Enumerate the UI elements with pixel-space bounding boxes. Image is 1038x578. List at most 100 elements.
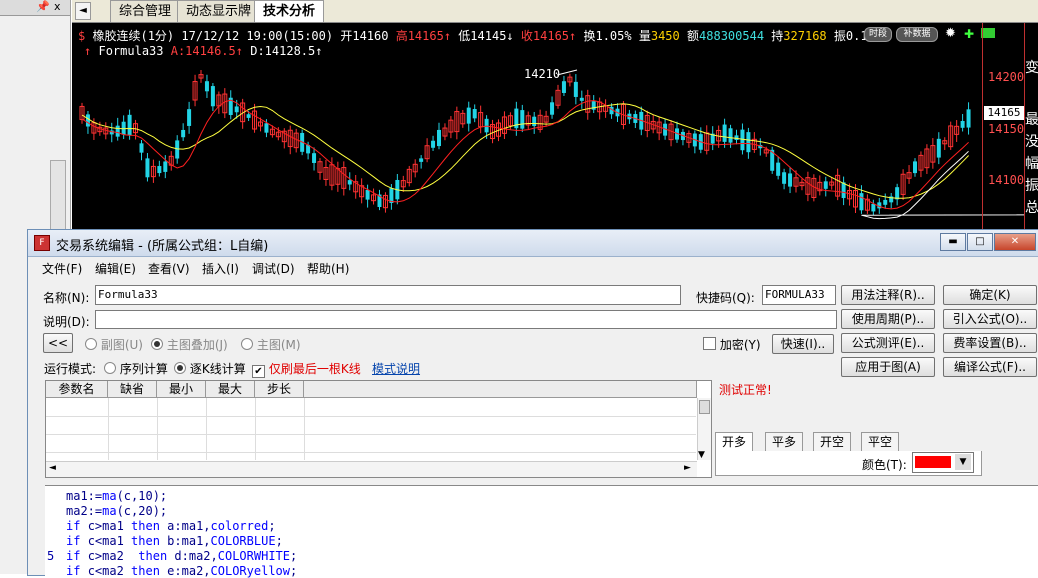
candle-body xyxy=(246,114,251,118)
apply-to-chart-button[interactable]: 应用于图(A) xyxy=(841,357,935,377)
table-horizontal-scrollbar[interactable]: ◄ ► xyxy=(46,461,697,477)
name-label: 名称(N): xyxy=(43,291,90,305)
quick-button[interactable]: 快速(I).. xyxy=(772,334,834,354)
app-icon: F xyxy=(34,235,50,251)
tab-technical-analysis[interactable]: 技术分析 xyxy=(254,0,325,22)
sequence-calc-radio[interactable]: 序列计算 xyxy=(104,360,168,377)
mode-help-link[interactable]: 模式说明 xyxy=(372,360,420,377)
table-row-divider xyxy=(46,434,696,435)
color-label: 颜色(T): xyxy=(862,458,907,472)
timeframe-button[interactable]: 时段 xyxy=(864,27,892,42)
pin-icon[interactable]: 📌 xyxy=(36,0,50,13)
confirm-button[interactable]: 确定(K) xyxy=(943,285,1037,305)
menu-view[interactable]: 查看(V) xyxy=(148,260,190,277)
candle-body xyxy=(734,135,739,141)
candle-body xyxy=(936,138,941,158)
code-line[interactable]: ma2:=ma(c,20); xyxy=(66,504,167,518)
trading-system-editor-dialog: F 交易系统编辑 - (所属公式组：L自编) ▬ □ ✕ 文件(F) 编辑(E)… xyxy=(27,229,1038,578)
menu-insert[interactable]: 插入(I) xyxy=(202,260,239,277)
param-header-name[interactable]: 参数名 xyxy=(46,381,108,398)
encrypt-checkbox[interactable]: 加密(Y) xyxy=(703,336,761,353)
tab-open-long[interactable]: 开多 xyxy=(715,432,754,451)
shortcut-field[interactable]: FORMULA33 xyxy=(762,285,836,305)
param-header-max[interactable]: 最大 xyxy=(206,381,255,398)
candle-body xyxy=(365,189,370,200)
refresh-last-bar-checkbox[interactable]: ✔ 仅刷最后一根K线 xyxy=(252,360,361,378)
scroll-right-icon[interactable]: ► xyxy=(684,463,691,473)
candle-body xyxy=(187,109,192,126)
candle-body xyxy=(913,161,917,174)
menu-file[interactable]: 文件(F) xyxy=(42,260,82,277)
per-bar-calc-radio[interactable]: 逐K线计算 xyxy=(174,360,246,377)
formula-a-value: A:14146.5 xyxy=(170,44,236,58)
parameter-table[interactable]: 参数名 缺省 最小 最大 步长 ◄ ► xyxy=(45,380,712,478)
left-panel-header: 📌 x xyxy=(0,0,70,16)
amount-value: 488300544 xyxy=(699,29,765,43)
menu-help[interactable]: 帮助(H) xyxy=(307,260,349,277)
tab-close-long[interactable]: 平多 xyxy=(765,432,804,451)
formula-info-line: ↑ Formula33 A:14146.5↑ D:14128.5↑ xyxy=(84,44,323,58)
tab-dynamic-board[interactable]: 动态显示牌 xyxy=(177,0,261,22)
param-header-min[interactable]: 最小 xyxy=(157,381,206,398)
use-period-button[interactable]: 使用周期(P).. xyxy=(841,309,935,329)
close-icon[interactable]: x xyxy=(54,0,61,13)
code-line[interactable]: if c<ma2 then e:ma2,COLORyellow; xyxy=(66,564,297,578)
candle-body xyxy=(145,158,150,178)
code-line[interactable]: ma1:=ma(c,10); xyxy=(66,489,167,503)
formula-test-button[interactable]: 公式测评(E).. xyxy=(841,333,935,353)
dialog-title-bar: F 交易系统编辑 - (所属公式组：L自编) ▬ □ ✕ xyxy=(28,230,1038,257)
description-field[interactable] xyxy=(95,310,837,329)
subchart-radio[interactable]: 副图(U) xyxy=(85,336,143,353)
menu-edit[interactable]: 编辑(E) xyxy=(95,260,136,277)
param-header-default[interactable]: 缺省 xyxy=(108,381,157,398)
usage-notes-button[interactable]: 用法注释(R).. xyxy=(841,285,935,305)
code-line[interactable]: if c>ma1 then a:ma1,colorred; xyxy=(66,519,276,533)
param-header-blank xyxy=(304,381,697,398)
scroll-left-icon[interactable]: ◄ xyxy=(49,463,56,473)
green-status-icon[interactable] xyxy=(981,28,995,38)
refresh-icon[interactable]: ✚ xyxy=(964,27,974,41)
color-select[interactable]: ▼ xyxy=(912,452,974,473)
minimize-icon[interactable]: ▬ xyxy=(940,233,966,251)
turnover-rate: 换1.05% xyxy=(583,29,632,43)
instrument-name: 橡胶连续(1分) xyxy=(92,29,175,43)
close-price: 收14165 xyxy=(520,29,570,43)
scroll-down-icon[interactable]: ▼ xyxy=(698,450,705,460)
table-row-divider xyxy=(46,416,696,417)
kline-chart[interactable]: $ 橡胶连续(1分) 17/12/12 19:00(15:00) 开14160 … xyxy=(72,23,1038,233)
chevron-down-icon[interactable]: ▼ xyxy=(955,454,971,470)
tab-overview[interactable]: 综合管理 xyxy=(110,0,181,22)
code-line[interactable]: if c>ma2 then d:ma2,COLORWHITE; xyxy=(66,549,297,563)
collapse-button[interactable]: << xyxy=(43,333,73,353)
compile-formula-button[interactable]: 编译公式(F).. xyxy=(943,357,1037,377)
maximize-icon[interactable]: □ xyxy=(967,233,993,251)
close-icon[interactable]: ✕ xyxy=(994,233,1036,251)
tab-open-short[interactable]: 开空 xyxy=(813,432,852,451)
tab-close-short[interactable]: 平空 xyxy=(861,432,900,451)
tab-scroll-left-icon[interactable]: ◄ xyxy=(75,2,91,20)
candle-body xyxy=(115,125,120,137)
candle-body xyxy=(139,143,144,153)
main-overlay-radio[interactable]: 主图叠加(J) xyxy=(151,336,228,353)
table-row-divider xyxy=(46,452,696,453)
menu-debug[interactable]: 调试(D) xyxy=(252,260,295,277)
import-formula-button[interactable]: 引入公式(O).. xyxy=(943,309,1037,329)
code-line[interactable]: if c<ma1 then b:ma1,COLORBLUE; xyxy=(66,534,283,548)
amplitude: 振0.1 xyxy=(833,29,868,43)
line-number: 5 xyxy=(47,549,55,563)
supplement-data-button[interactable]: 补数据 xyxy=(896,27,938,42)
fee-settings-button[interactable]: 费率设置(B).. xyxy=(943,333,1037,353)
param-header-step[interactable]: 步长 xyxy=(255,381,304,398)
chart-info-line: $ 橡胶连续(1分) 17/12/12 19:00(15:00) 开14160 … xyxy=(78,29,868,43)
right-char: 总 xyxy=(1025,200,1038,216)
candle-body xyxy=(722,124,727,142)
candle-body xyxy=(550,102,555,115)
right-char: 幅 xyxy=(1025,156,1038,172)
candle-body xyxy=(157,166,162,174)
code-editor[interactable]: ma1:=ma(c,10); ma2:=ma(c,20); if c>ma1 the… xyxy=(45,485,1038,578)
candle-body xyxy=(883,199,888,205)
mainchart-radio[interactable]: 主图(M) xyxy=(241,336,301,353)
name-field[interactable]: Formula33 xyxy=(95,285,681,305)
settings-gear-icon[interactable]: ✹ xyxy=(945,26,956,41)
candle-body xyxy=(841,182,846,199)
